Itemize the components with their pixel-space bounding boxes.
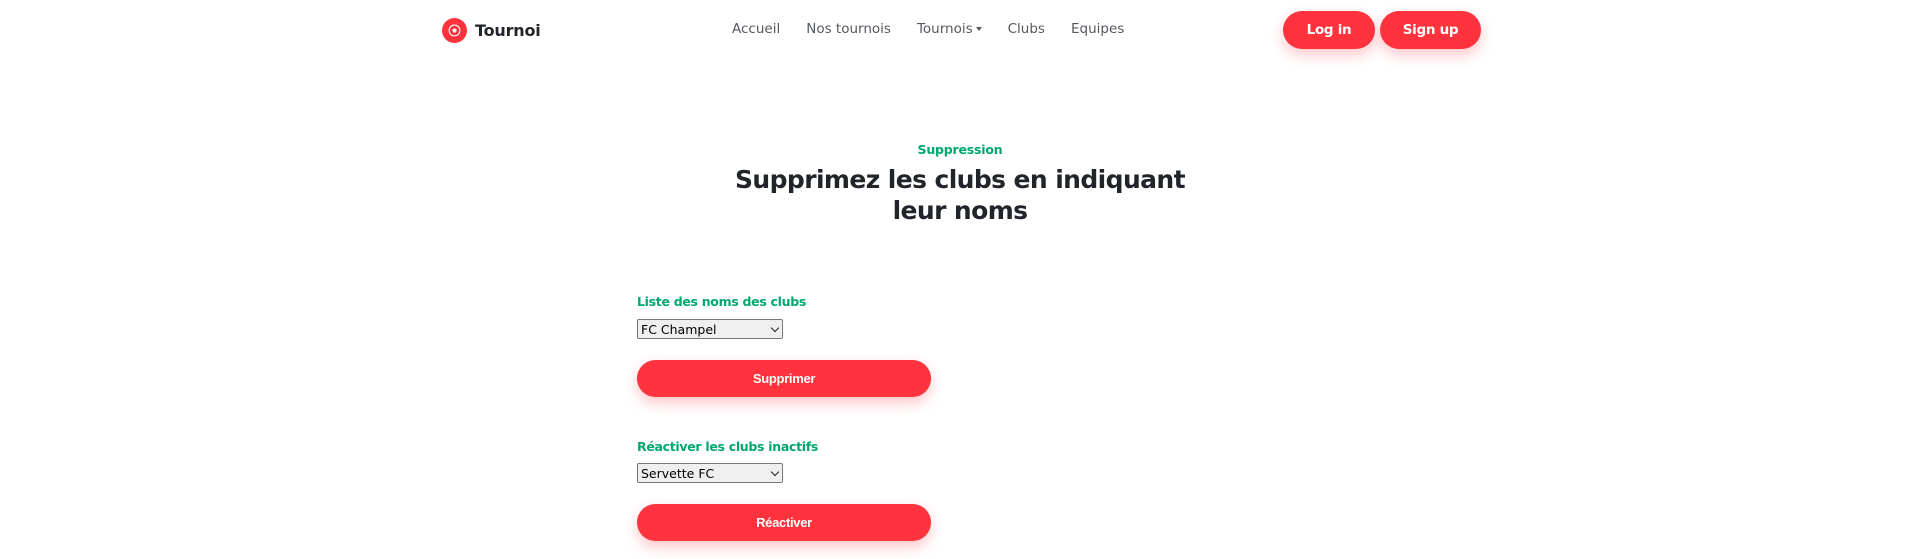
- login-button[interactable]: Log in: [1283, 11, 1375, 49]
- soccer-ball-icon: [442, 18, 467, 43]
- club-delete-select-value: FC Champel: [641, 321, 717, 337]
- nav-dropdown-tournois[interactable]: Tournois: [917, 21, 982, 37]
- main-nav: Accueil Nos tournois Tournois Clubs Equi…: [732, 21, 1150, 37]
- chevron-down-icon: [770, 467, 780, 477]
- club-reactivate-select-value: Servette FC: [641, 465, 715, 481]
- nav-link-accueil[interactable]: Accueil: [732, 21, 780, 37]
- brand-name: Tournoi: [475, 21, 541, 40]
- page-title: Supprimez les clubs en indiquant leur no…: [735, 165, 1186, 225]
- delete-select-label: Liste des noms des clubs: [637, 294, 807, 309]
- caret-down-icon: [975, 27, 982, 31]
- nav-link-clubs[interactable]: Clubs: [1008, 21, 1045, 37]
- club-delete-select[interactable]: FC Champel: [637, 319, 783, 339]
- brand-link[interactable]: Tournoi: [442, 18, 541, 43]
- reactivate-select-label: Réactiver les clubs inactifs: [637, 439, 819, 454]
- signup-button[interactable]: Sign up: [1380, 11, 1481, 49]
- reactivate-button[interactable]: Réactiver: [637, 504, 931, 541]
- nav-dropdown-label: Tournois: [916, 21, 973, 37]
- delete-button[interactable]: Supprimer: [637, 360, 931, 397]
- chevron-down-icon: [770, 323, 780, 333]
- navbar: Tournoi Accueil Nos tournois Tournois Cl…: [0, 0, 1920, 59]
- club-reactivate-select[interactable]: Servette FC: [637, 463, 783, 483]
- section-eyebrow: Suppression: [917, 142, 1003, 157]
- nav-link-nos-tournois[interactable]: Nos tournois: [806, 21, 891, 37]
- nav-link-equipes[interactable]: Equipes: [1071, 21, 1124, 37]
